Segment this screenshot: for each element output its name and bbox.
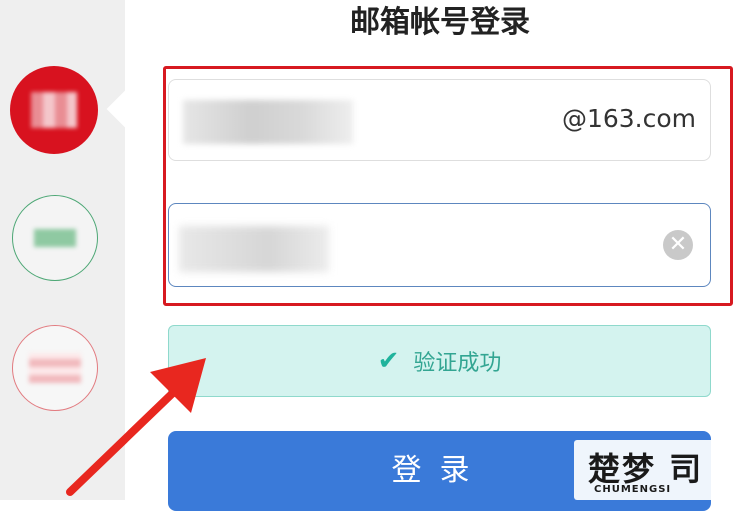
annotation-arrow — [66, 358, 206, 496]
watermark: 楚梦 司 CHUMENGSI — [574, 440, 750, 500]
watermark-subtext: CHUMENGSI — [594, 484, 672, 495]
